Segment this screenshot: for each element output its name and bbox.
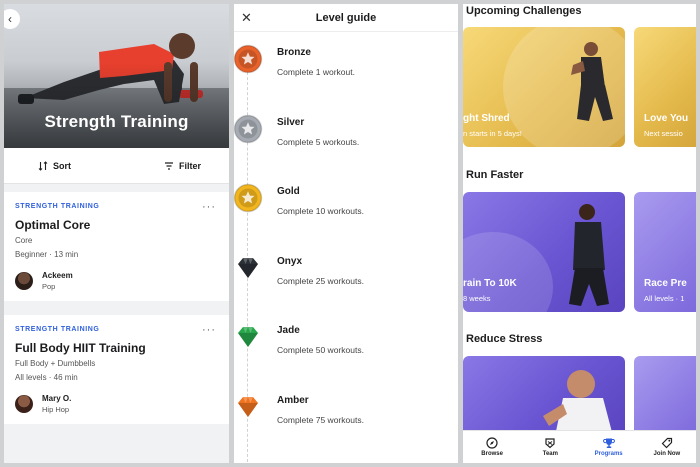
coach-info: Ackeem Pop xyxy=(15,271,218,291)
workout-focus: Full Body + Dumbbells xyxy=(15,359,96,368)
workout-title: Optimal Core xyxy=(15,218,91,232)
workout-focus: Core xyxy=(15,236,33,245)
star-medal-icon xyxy=(234,183,263,213)
challenge-card[interactable]: Love You Next sessio xyxy=(634,27,696,147)
section-title: Reduce Stress xyxy=(466,333,543,345)
level-requirement: Complete 25 workouts. xyxy=(277,275,364,286)
more-options-icon[interactable]: ··· xyxy=(202,201,216,213)
challenge-title: ght Shred xyxy=(463,113,510,124)
program-card[interactable] xyxy=(634,356,696,436)
program-subtitle: 8 weeks xyxy=(463,294,491,303)
level-requirement: Complete 1 workout. xyxy=(277,67,355,77)
tab-browse[interactable]: Browse xyxy=(463,431,521,463)
hero-banner: ‹ Strength Training xyxy=(4,4,229,148)
workout-category: STRENGTH TRAINING xyxy=(15,326,100,333)
level-guide-header: ✕ Level guide xyxy=(234,4,458,32)
section-title: Upcoming Challenges xyxy=(466,5,582,17)
section-title: Run Faster xyxy=(466,169,524,181)
program-subtitle: All levels · 1 xyxy=(644,294,685,303)
level-requirement: Complete 10 workouts. xyxy=(277,206,364,217)
sort-filter-bar: Sort Filter xyxy=(4,148,229,184)
level-row: Onyx Complete 25 workouts. xyxy=(234,238,458,298)
level-row: Amber Complete 75 workouts. xyxy=(234,377,458,437)
level-name: Amber xyxy=(277,395,309,406)
program-card[interactable]: rain To 10K 8 weeks xyxy=(463,192,625,312)
star-medal-icon xyxy=(234,44,263,74)
program-card[interactable] xyxy=(463,356,625,436)
page-title: Level guide xyxy=(315,11,377,24)
team-icon xyxy=(545,438,555,449)
level-guide-screen: ✕ Level guide Bronze Complete 1 workout. S… xyxy=(234,4,458,463)
program-card[interactable]: Race Pre All levels · 1 xyxy=(634,192,696,312)
close-icon[interactable]: ✕ xyxy=(241,10,252,26)
avatar xyxy=(15,272,33,290)
level-requirement: Complete 50 workouts. xyxy=(277,345,364,356)
level-row: Gold Complete 10 workouts. xyxy=(234,168,458,228)
workout-meta: Beginner · 13 min xyxy=(15,250,79,259)
sort-label: Sort xyxy=(53,160,71,171)
level-name: Jade xyxy=(277,325,300,337)
gem-icon xyxy=(238,257,258,278)
challenge-title: Love You xyxy=(644,113,689,124)
workout-card[interactable]: STRENGTH TRAINING ··· Full Body HIIT Tra… xyxy=(4,315,229,424)
coach-name: Mary O. xyxy=(42,394,72,403)
level-row: Bronze Complete 1 workout. xyxy=(234,29,458,89)
sort-icon xyxy=(38,160,48,171)
hero-title: Strength Training xyxy=(44,112,189,131)
program-title: rain To 10K xyxy=(463,278,517,289)
sort-button[interactable]: Sort xyxy=(38,161,71,171)
level-requirement: Complete 5 workouts. xyxy=(277,136,360,147)
star-medal-icon xyxy=(234,114,263,143)
level-requirement: Complete 75 workouts. xyxy=(277,415,364,425)
compass-icon xyxy=(486,437,498,449)
workout-title: Full Body HIIT Training xyxy=(15,341,146,355)
level-row: Silver Complete 5 workouts. xyxy=(234,99,458,159)
challenge-subtitle: n starts in 5 days! xyxy=(463,129,522,138)
filter-label: Filter xyxy=(178,160,201,171)
level-name: Silver xyxy=(277,116,305,128)
bottom-tab-bar: Browse Team Programs Join Now xyxy=(463,430,696,463)
workout-card[interactable]: STRENGTH TRAINING ··· Optimal Core Core … xyxy=(4,192,229,301)
music-genre: Hip Hop xyxy=(42,405,70,414)
tab-label: Programs xyxy=(594,451,623,457)
level-name: Onyx xyxy=(277,255,303,267)
coach-name: Ackeem xyxy=(42,271,73,280)
filter-icon xyxy=(164,161,173,170)
level-name: Bronze xyxy=(277,47,311,58)
tab-label: Team xyxy=(542,451,558,457)
strength-training-screen: ‹ Strength Training Sort Filter STRENGTH… xyxy=(4,4,229,463)
tab-label: Browse xyxy=(481,451,503,457)
tab-label: Join Now xyxy=(653,451,681,457)
challenge-subtitle: Next sessio xyxy=(644,129,683,138)
gem-icon xyxy=(238,397,258,417)
more-options-icon[interactable]: ··· xyxy=(202,324,216,336)
meditation-image xyxy=(543,370,613,436)
coach-info: Mary O. Hip Hop xyxy=(15,394,218,414)
screens-collage: ‹ Strength Training Sort Filter STRENGTH… xyxy=(0,0,700,467)
tag-icon xyxy=(661,437,672,449)
music-genre: Pop xyxy=(42,282,56,291)
tab-team[interactable]: Team xyxy=(521,431,579,463)
workout-category: STRENGTH TRAINING xyxy=(15,203,100,210)
level-name: Gold xyxy=(277,186,300,198)
gem-icon xyxy=(238,327,258,348)
program-title: Race Pre xyxy=(644,278,687,289)
filter-button[interactable]: Filter xyxy=(164,161,201,171)
tab-programs[interactable]: Programs xyxy=(580,431,638,463)
chevron-left-icon: ‹ xyxy=(8,12,12,26)
workout-meta: All levels · 46 min xyxy=(15,373,78,382)
level-row: Jade Complete 50 workouts. xyxy=(234,307,458,367)
avatar xyxy=(15,395,33,413)
trophy-icon xyxy=(602,438,615,448)
programs-screen: Upcoming Challenges ght Shred n starts i… xyxy=(463,4,696,463)
tab-join-now[interactable]: Join Now xyxy=(638,431,696,463)
challenge-card[interactable]: ght Shred n starts in 5 days! xyxy=(463,27,625,147)
